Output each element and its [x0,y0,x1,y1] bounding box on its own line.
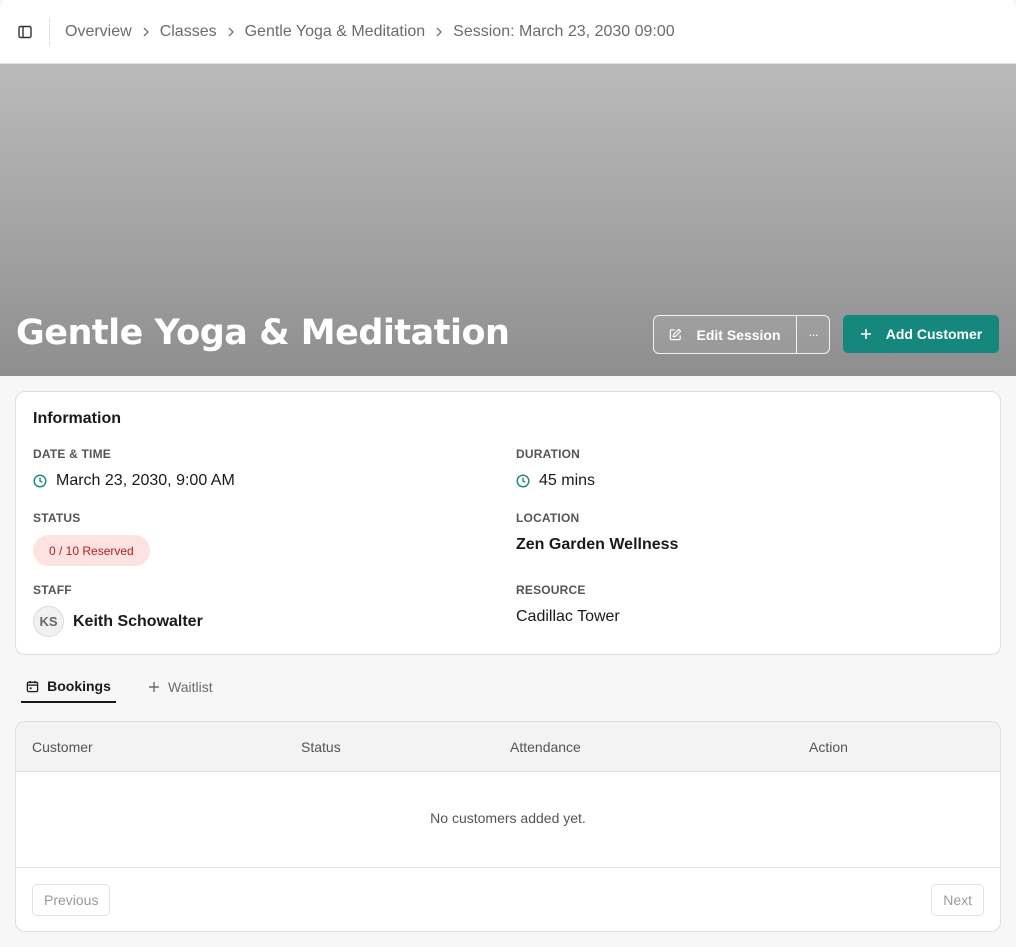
sidebar-toggle-button[interactable] [0,0,50,64]
tab-waitlist-label: Waitlist [168,679,213,695]
clock-icon [33,474,47,488]
breadcrumb: Overview Classes Gentle Yoga & Meditatio… [50,23,675,41]
edit-session-label: Edit Session [696,326,781,343]
more-icon: ··· [808,327,819,342]
chevron-right-icon [435,27,443,37]
status-badge: 0 / 10 Reserved [33,535,150,566]
page-title: Gentle Yoga & Meditation [16,313,510,353]
staff-label: STAFF [33,583,72,597]
add-customer-button[interactable]: Add Customer [843,315,999,353]
avatar: KS [33,606,64,637]
edit-button-group: Edit Session ··· [653,315,830,354]
breadcrumb-overview[interactable]: Overview [65,23,132,41]
previous-page-button[interactable]: Previous [32,884,111,916]
hero-banner: Gentle Yoga & Meditation Edit Session ··… [0,64,1016,376]
location-label: LOCATION [516,511,580,525]
resource-value: Cadillac Tower [516,608,620,625]
edit-session-button[interactable]: Edit Session [654,316,797,353]
edit-icon [670,328,682,341]
top-bar: Overview Classes Gentle Yoga & Meditatio… [0,0,1016,64]
duration-value: 45 mins [516,472,595,490]
table-header: Customer Status Attendance Action [16,722,1000,772]
duration-label: DURATION [516,447,581,461]
status-label: STATUS [33,511,81,525]
add-customer-label: Add Customer [885,326,983,342]
resource-label: RESOURCE [516,583,586,597]
column-action: Action [809,739,848,755]
staff-value: KS Keith Schowalter [33,606,203,637]
empty-state-message: No customers added yet. [430,810,586,826]
information-title: Information [33,410,121,427]
sidebar-toggle-icon [18,25,32,38]
bookings-table: Customer Status Attendance Action No cus… [15,721,1001,932]
chevron-right-icon [142,27,150,37]
calendar-icon [26,680,39,692]
location-value: Zen Garden Wellness [516,536,679,553]
breadcrumb-class[interactable]: Gentle Yoga & Meditation [245,23,426,41]
column-attendance: Attendance [510,739,581,755]
plus-icon [149,682,159,692]
column-status: Status [301,739,341,755]
duration-text: 45 mins [539,472,596,489]
tab-bar: Bookings Waitlist [21,671,213,703]
table-footer: Previous Next [16,867,1000,931]
information-card: Information DATE & TIME March 23, 2030, … [15,391,1001,655]
plus-icon [860,329,871,339]
date-time-value: March 23, 2030, 9:00 AM [33,472,235,490]
breadcrumb-session: Session: March 23, 2030 09:00 [453,22,675,40]
date-time-label: DATE & TIME [33,447,111,461]
tab-bookings-label: Bookings [47,678,111,694]
staff-name[interactable]: Keith Schowalter [73,613,203,631]
tab-bookings[interactable]: Bookings [21,671,116,703]
column-customer: Customer [32,739,93,755]
breadcrumb-classes[interactable]: Classes [160,23,217,41]
more-options-button[interactable]: ··· [797,316,829,353]
tab-waitlist[interactable]: Waitlist [148,671,213,703]
next-page-button[interactable]: Next [931,884,984,916]
clock-icon [516,474,530,488]
date-time-text: March 23, 2030, 9:00 AM [56,472,235,489]
chevron-right-icon [227,27,235,37]
